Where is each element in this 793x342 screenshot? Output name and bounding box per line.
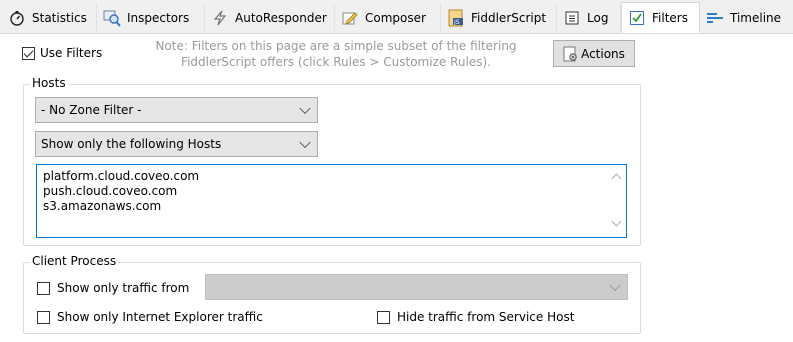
tab-label: FiddlerScript bbox=[471, 10, 547, 25]
tab-autoresponder[interactable]: AutoResponder bbox=[205, 4, 335, 31]
use-filters-checkbox[interactable] bbox=[22, 46, 35, 60]
client-process-legend: Client Process bbox=[30, 254, 119, 268]
tab-label: Statistics bbox=[32, 10, 87, 25]
tab-label: AutoResponder bbox=[235, 10, 327, 25]
lightning-icon bbox=[211, 9, 229, 27]
tab-composer[interactable]: Composer bbox=[335, 4, 441, 31]
hide-service-host-label: Hide traffic from Service Host bbox=[397, 310, 575, 324]
tab-timeline[interactable]: Timeline bbox=[700, 4, 792, 31]
actions-label: Actions bbox=[581, 46, 625, 61]
script-js-icon: JS bbox=[447, 9, 465, 27]
only-ie-checkbox[interactable] bbox=[37, 310, 50, 324]
only-ie-label: Show only Internet Explorer traffic bbox=[57, 310, 263, 324]
actions-button[interactable]: Actions bbox=[553, 40, 635, 67]
note-line-1: Note: Filters on this page are a simple … bbox=[155, 39, 517, 53]
tab-label: Inspectors bbox=[127, 10, 190, 25]
chevron-down-icon bbox=[299, 102, 311, 115]
timeline-icon bbox=[706, 9, 724, 27]
tab-label: Filters bbox=[652, 10, 688, 25]
filters-note: Note: Filters on this page are a simple … bbox=[126, 38, 546, 70]
tab-bar: Statistics Inspectors AutoResponder Comp… bbox=[0, 0, 793, 34]
tab-label: Timeline bbox=[730, 10, 782, 25]
zone-filter-dropdown[interactable]: - No Zone Filter - bbox=[35, 97, 318, 123]
tab-label: Log bbox=[587, 10, 609, 25]
chevron-down-icon bbox=[609, 279, 621, 292]
hosts-list-textarea[interactable]: platform.cloud.coveo.com push.cloud.cove… bbox=[36, 164, 627, 238]
host-filter-value: Show only the following Hosts bbox=[41, 137, 222, 151]
scroll-up-icon[interactable] bbox=[611, 173, 622, 184]
host-entry: push.cloud.coveo.com bbox=[43, 184, 178, 198]
hide-service-host-row[interactable]: Hide traffic from Service Host bbox=[377, 310, 574, 324]
pencil-icon bbox=[341, 9, 359, 27]
log-icon bbox=[563, 9, 581, 27]
svg-text:JS: JS bbox=[453, 19, 460, 26]
chevron-down-icon bbox=[299, 136, 311, 149]
only-traffic-from-checkbox[interactable] bbox=[37, 281, 50, 295]
actions-icon bbox=[563, 46, 579, 62]
hide-service-host-checkbox[interactable] bbox=[377, 310, 390, 324]
stopwatch-icon bbox=[8, 9, 26, 27]
magnifier-icon bbox=[103, 9, 121, 27]
tab-inspectors[interactable]: Inspectors bbox=[97, 4, 205, 31]
use-filters-label: Use Filters bbox=[40, 46, 103, 60]
only-ie-row[interactable]: Show only Internet Explorer traffic bbox=[37, 310, 263, 324]
note-line-2: FiddlerScript offers (click Rules > Cust… bbox=[181, 55, 491, 69]
tab-fiddlerscript[interactable]: JS FiddlerScript bbox=[441, 4, 557, 31]
tab-log[interactable]: Log bbox=[557, 4, 621, 31]
tab-statistics[interactable]: Statistics bbox=[2, 4, 97, 31]
host-filter-dropdown[interactable]: Show only the following Hosts bbox=[35, 131, 318, 157]
zone-filter-value: - No Zone Filter - bbox=[41, 103, 142, 117]
scroll-down-icon[interactable] bbox=[611, 216, 622, 227]
tab-label: Composer bbox=[365, 10, 426, 25]
only-traffic-from-label: Show only traffic from bbox=[57, 281, 190, 295]
checkbox-icon bbox=[628, 9, 646, 27]
tab-filters[interactable]: Filters bbox=[621, 2, 700, 33]
use-filters-row[interactable]: Use Filters bbox=[22, 46, 102, 60]
hosts-legend: Hosts bbox=[30, 76, 68, 90]
process-dropdown[interactable] bbox=[205, 274, 628, 300]
host-entry: s3.amazonaws.com bbox=[43, 199, 162, 213]
only-traffic-from-row[interactable]: Show only traffic from bbox=[37, 281, 189, 295]
textarea-scrollbar[interactable] bbox=[608, 166, 625, 236]
host-entry: platform.cloud.coveo.com bbox=[43, 169, 200, 183]
